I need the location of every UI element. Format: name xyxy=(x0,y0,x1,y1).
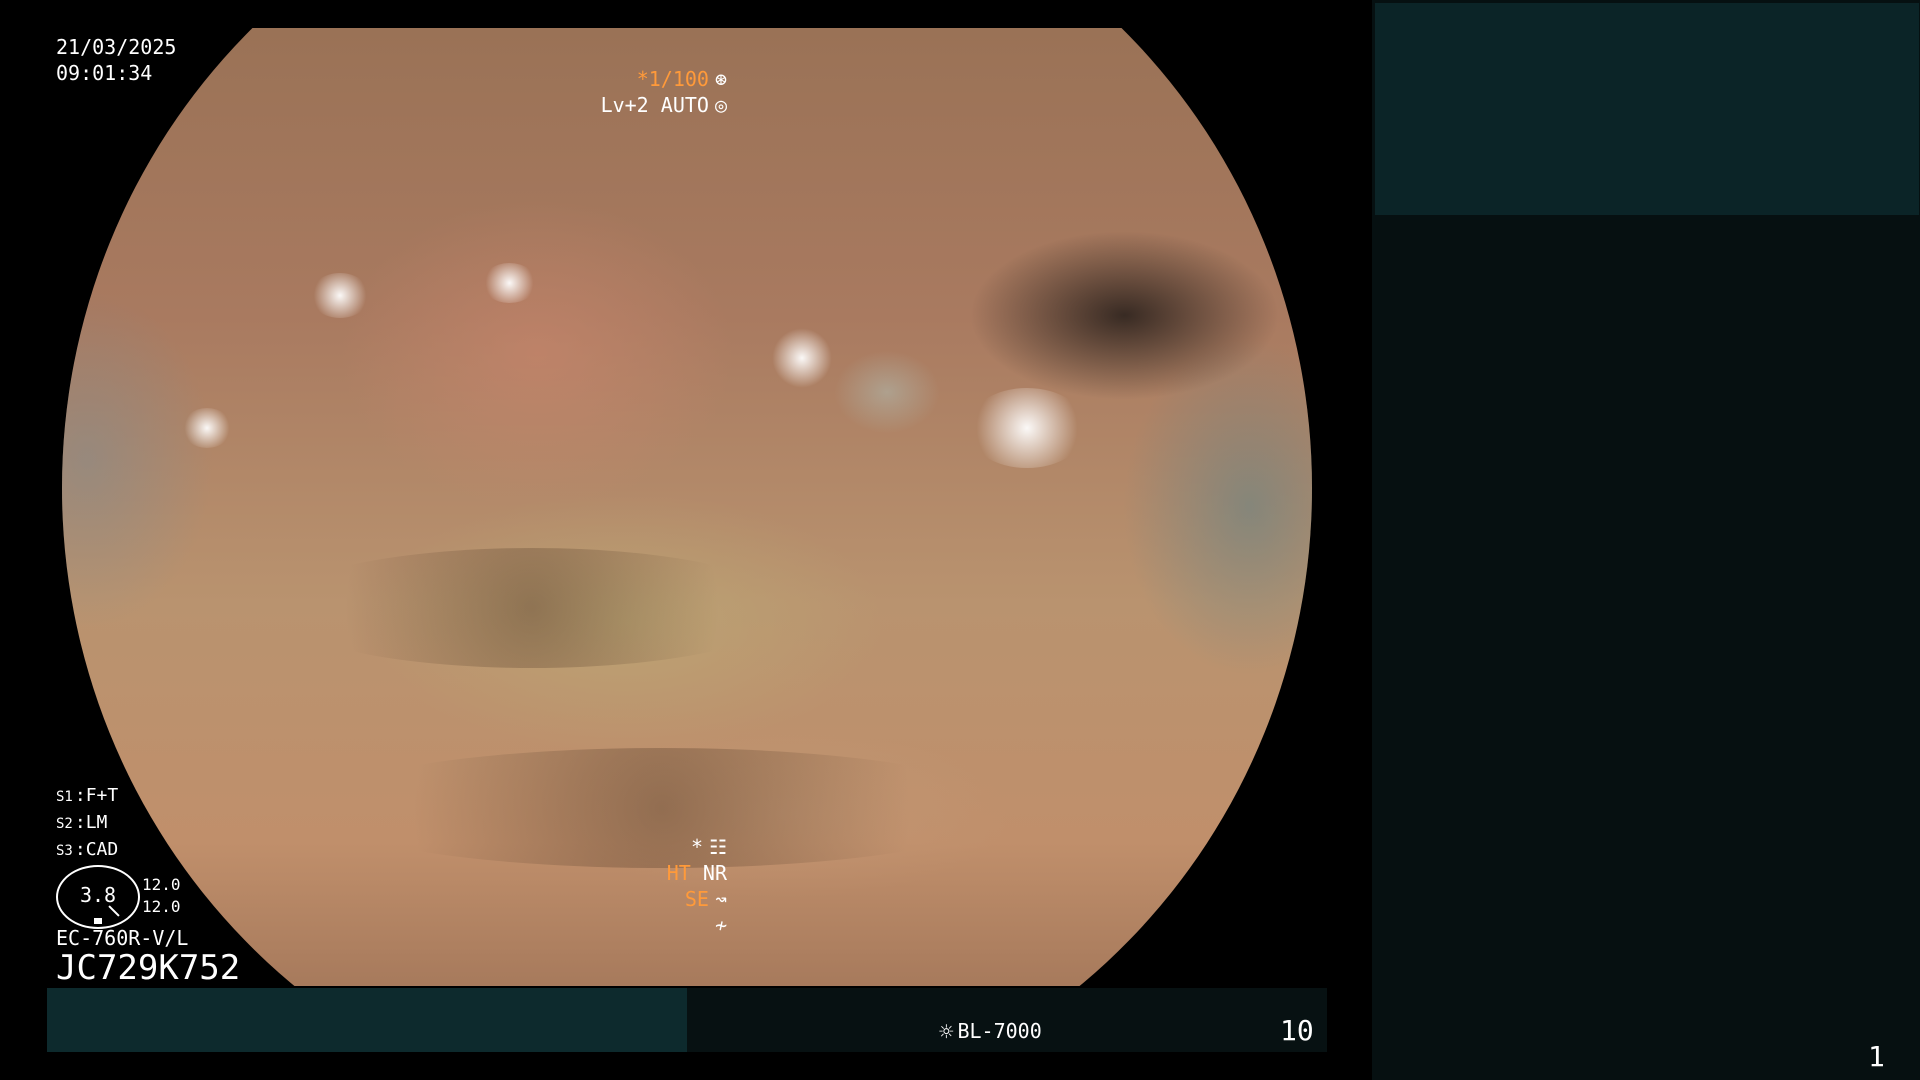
scope-serial: JC729K752 xyxy=(56,948,241,988)
switch-setting: S3:CAD xyxy=(56,839,119,860)
specular-highlight xyxy=(310,273,370,318)
dial-side-top: 12.0 xyxy=(142,875,181,894)
light-level: Lv+2 xyxy=(600,93,649,117)
exposure-settings: *1/100 ⊛ Lv+2 AUTO ◎ xyxy=(601,66,727,118)
image-enhancement-indicators: * ☷ HT NR SE ↝ ≁ xyxy=(667,834,727,938)
exam-date: 21/03/2025 xyxy=(56,35,177,59)
specular-highlight xyxy=(182,408,232,448)
endoscope-display: 21/03/2025 09:01:34 *1/100 ⊛ Lv+2 AUTO ◎ S… xyxy=(0,0,1372,1080)
light-row: Lv+2 AUTO ◎ xyxy=(601,92,727,118)
mucosal-fold xyxy=(272,548,792,668)
se-indicator: SE xyxy=(684,887,709,911)
page-number: 1 xyxy=(1868,1040,1885,1073)
ht-nr-row: HT NR xyxy=(667,860,727,886)
status-bar-left xyxy=(47,988,687,1052)
switch-setting: S1:F+T xyxy=(56,785,119,806)
specular-highlight xyxy=(772,328,832,388)
shutter-icon: ⊛ xyxy=(714,67,727,91)
not-equal-icon: ≁ xyxy=(714,913,727,937)
structure-enhance-icon: ↝ xyxy=(714,887,727,911)
light-source-label: BL-7000 xyxy=(957,1019,1042,1043)
exam-time: 09:01:34 xyxy=(56,61,153,85)
light-source: ☼ BL-7000 xyxy=(939,1018,1042,1045)
star-row: * ☷ xyxy=(667,834,727,860)
nr-indicator: NR xyxy=(702,861,727,885)
color-row: ≁ xyxy=(667,912,727,938)
auto-exposure-icon: ◎ xyxy=(714,93,727,117)
switch-settings: S1:F+T S2:LM S3:CAD xyxy=(56,783,118,864)
frame-count: 10 xyxy=(1280,1014,1314,1047)
date-time-display: 21/03/2025 09:01:34 xyxy=(56,34,176,86)
right-panel-header xyxy=(1375,3,1919,215)
switch-setting: S2:LM xyxy=(56,812,108,833)
ht-indicator: HT xyxy=(666,861,691,885)
specular-highlight xyxy=(482,263,537,303)
se-row: SE ↝ xyxy=(667,886,727,912)
specular-highlight xyxy=(967,388,1087,468)
star-indicator: * xyxy=(691,835,704,859)
dial-side-bottom: 12.0 xyxy=(142,897,181,916)
shutter-speed: *1/100 xyxy=(636,67,709,91)
dial-value: 3.8 xyxy=(79,883,117,907)
mucosal-fold xyxy=(312,748,1012,868)
dial-marker-icon xyxy=(94,918,102,924)
dial-needle-icon xyxy=(108,905,120,917)
insertion-dial: 3.8 xyxy=(56,865,140,929)
settings-sheet-icon: ☷ xyxy=(709,835,727,859)
sun-icon: ☼ xyxy=(939,1018,954,1046)
dial-side-values: 12.0 12.0 xyxy=(142,874,181,918)
light-mode: AUTO xyxy=(660,93,709,117)
shutter-row: *1/100 ⊛ xyxy=(601,66,727,92)
